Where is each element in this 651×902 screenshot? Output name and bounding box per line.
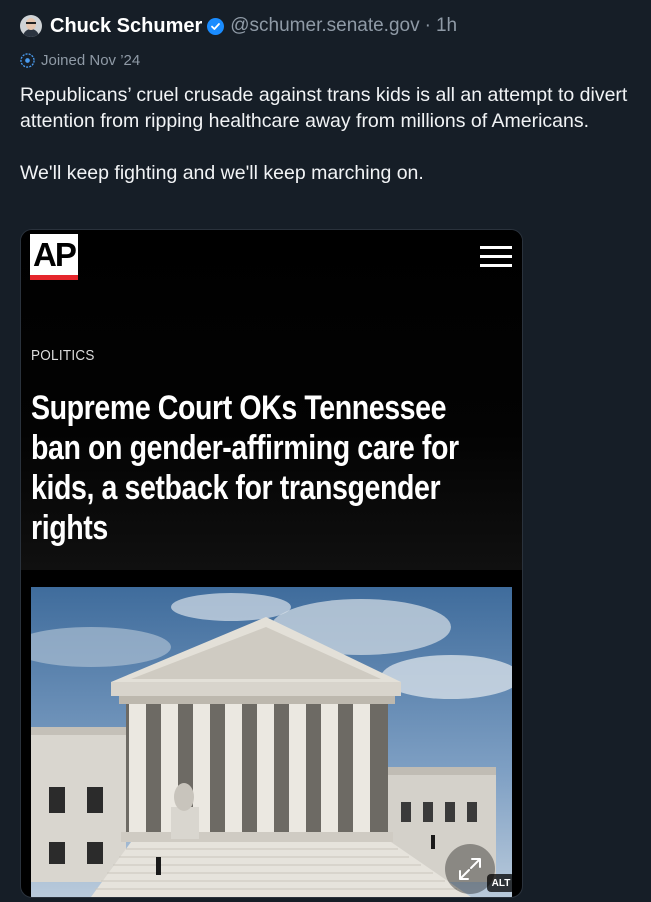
ap-logo-text: AP xyxy=(33,236,77,273)
alt-text-badge[interactable]: ALT xyxy=(487,874,515,892)
ap-logo: AP xyxy=(30,234,78,280)
joined-text: Joined Nov ’24 xyxy=(41,52,141,69)
supreme-court-photo[interactable] xyxy=(31,587,512,897)
link-card[interactable]: AP POLITICS Supreme Court OKs Tennessee … xyxy=(20,229,523,898)
post-text: Republicans’ cruel crusade against trans… xyxy=(20,84,628,184)
joined-badge: Joined Nov ’24 xyxy=(20,52,140,69)
post-header: Chuck Schumer @schumer.senate.gov · 1h xyxy=(20,12,457,40)
bluesky-butterfly-icon xyxy=(20,53,35,68)
article-headline: Supreme Court OKs Tennessee ban on gende… xyxy=(31,389,459,547)
avatar[interactable] xyxy=(20,15,42,37)
section-label: POLITICS xyxy=(31,347,95,364)
post-time[interactable]: 1h xyxy=(436,15,457,37)
author-name[interactable]: Chuck Schumer xyxy=(50,15,202,38)
expand-arrows-icon xyxy=(459,858,481,880)
post: Chuck Schumer @schumer.senate.gov · 1h J… xyxy=(0,0,651,902)
author-handle[interactable]: @schumer.senate.gov xyxy=(230,15,419,37)
separator-dot: · xyxy=(424,15,431,36)
supreme-court-illustration xyxy=(31,587,512,897)
verified-check-icon xyxy=(207,17,225,35)
hamburger-menu-icon xyxy=(480,246,512,273)
